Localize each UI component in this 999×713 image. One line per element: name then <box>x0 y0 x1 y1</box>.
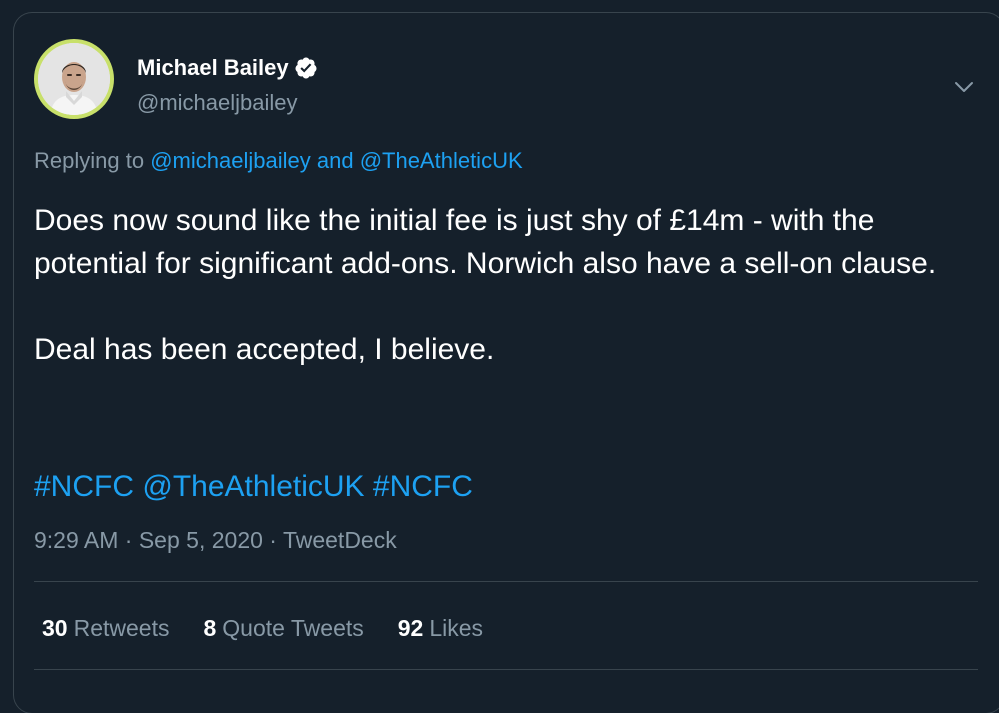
divider-top <box>34 581 978 582</box>
stat-quote-tweets[interactable]: 8 Quote Tweets <box>203 613 363 643</box>
meta-separator-2: · <box>269 527 277 553</box>
divider-bottom <box>34 669 978 670</box>
tweet-paragraph-1: Does now sound like the initial fee is j… <box>34 204 937 280</box>
verified-badge-icon <box>295 57 317 79</box>
tweet-stats: 30 Retweets 8 Quote Tweets 92 Likes <box>42 613 517 643</box>
tweet-tags: #NCFC @TheAthleticUK #NCFC <box>34 465 473 508</box>
stat-retweets[interactable]: 30 Retweets <box>42 613 169 643</box>
tweet-paragraph-2: Deal has been accepted, I believe. <box>34 333 495 366</box>
author-name[interactable]: Michael Bailey <box>137 54 289 82</box>
retweets-count: 30 <box>42 615 68 641</box>
hashtag-ncfc-1[interactable]: #NCFC <box>34 470 134 503</box>
replying-to: Replying to @michaeljbailey and @TheAthl… <box>34 147 523 175</box>
tweet-body: Does now sound like the initial fee is j… <box>34 199 984 371</box>
replying-prefix: Replying to <box>34 148 145 173</box>
likes-label: Likes <box>429 615 484 641</box>
chevron-down-icon[interactable] <box>952 75 976 99</box>
reply-conjunction: and <box>316 148 354 173</box>
likes-count: 92 <box>397 615 424 641</box>
avatar[interactable] <box>34 39 114 119</box>
avatar-photo <box>38 43 110 115</box>
tweet-source[interactable]: TweetDeck <box>283 527 397 553</box>
stat-likes[interactable]: 92 Likes <box>398 613 483 643</box>
reply-mention-1[interactable]: @michaeljbailey <box>150 148 311 173</box>
retweets-label: Retweets <box>73 615 170 641</box>
tweet-card: Michael Bailey @michaeljbailey Replying … <box>14 13 999 713</box>
tweet-time[interactable]: 9:29 AM <box>34 527 118 553</box>
author-handle[interactable]: @michaeljbailey <box>137 89 298 117</box>
meta-separator-1: · <box>124 527 133 553</box>
tweet-date[interactable]: Sep 5, 2020 <box>139 527 263 553</box>
hashtag-ncfc-2[interactable]: #NCFC <box>373 470 473 503</box>
quotes-count: 8 <box>203 615 217 641</box>
tweet-meta: 9:29 AM · Sep 5, 2020 · TweetDeck <box>34 525 397 555</box>
reply-mention-2[interactable]: @TheAthleticUK <box>360 148 523 173</box>
author-name-row[interactable]: Michael Bailey <box>137 54 318 82</box>
quotes-label: Quote Tweets <box>222 615 364 641</box>
mention-theathleticuk[interactable]: @TheAthleticUK <box>142 470 364 503</box>
